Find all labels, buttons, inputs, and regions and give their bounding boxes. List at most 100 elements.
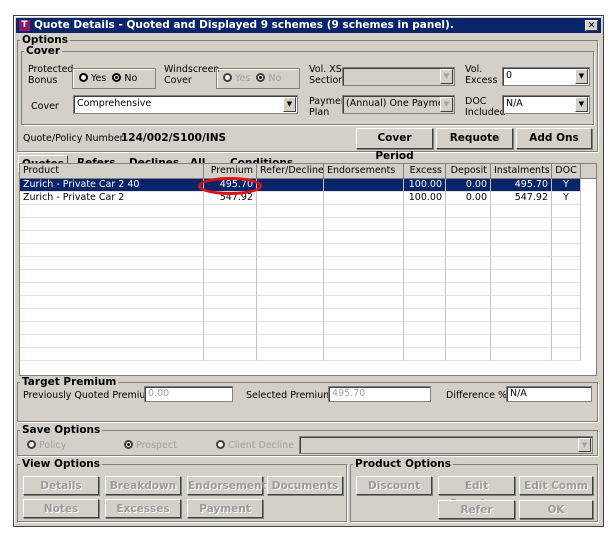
empty-cell bbox=[404, 296, 446, 309]
excesses-button[interactable]: Excesses bbox=[105, 499, 181, 518]
windscreen-no[interactable]: No bbox=[256, 73, 281, 84]
protected-bonus-no[interactable]: No bbox=[112, 73, 137, 84]
empty-cell bbox=[20, 231, 204, 244]
table-cell-excess[interactable]: 100.00 bbox=[404, 179, 446, 192]
windscreen-yes[interactable]: Yes bbox=[223, 73, 250, 84]
empty-cell bbox=[446, 244, 491, 257]
empty-cell bbox=[324, 244, 404, 257]
column-header-doc[interactable]: DOC bbox=[552, 164, 581, 179]
requote-button[interactable]: Requote bbox=[436, 128, 513, 149]
empty-cell bbox=[257, 218, 324, 231]
chevron-down-icon[interactable]: ▼ bbox=[440, 69, 453, 84]
empty-cell bbox=[552, 309, 581, 322]
empty-cell bbox=[446, 335, 491, 348]
chevron-down-icon[interactable]: ▼ bbox=[578, 438, 591, 452]
empty-cell bbox=[204, 296, 257, 309]
column-header-deposit[interactable]: Deposit bbox=[446, 164, 491, 179]
table-cell-refer-decline[interactable] bbox=[257, 192, 324, 205]
edit-comm-button[interactable]: Edit Comm bbox=[519, 476, 593, 495]
breakdown-button[interactable]: Breakdown bbox=[105, 476, 181, 495]
empty-cell bbox=[204, 335, 257, 348]
empty-cell bbox=[204, 322, 257, 335]
empty-cell bbox=[446, 296, 491, 309]
table-cell-product[interactable]: Zurich - Private Car 2 40 bbox=[20, 179, 204, 192]
chevron-down-icon[interactable]: ▼ bbox=[575, 69, 588, 84]
column-header-instalments[interactable]: Instalments bbox=[491, 164, 552, 179]
doc-included-select[interactable]: N/A ▼ bbox=[502, 95, 590, 114]
empty-cell bbox=[404, 218, 446, 231]
difference-label: Difference % bbox=[446, 390, 508, 401]
empty-cell bbox=[20, 218, 204, 231]
quote-number-value: 124/002/S100/INS bbox=[121, 132, 227, 144]
chevron-down-icon[interactable]: ▼ bbox=[440, 97, 453, 112]
edit-premium-button[interactable]: Edit Premium bbox=[438, 476, 515, 510]
empty-cell bbox=[552, 296, 581, 309]
empty-cell bbox=[257, 283, 324, 296]
payment-button[interactable]: Payment bbox=[187, 499, 263, 518]
empty-cell bbox=[20, 309, 204, 322]
empty-cell bbox=[204, 257, 257, 270]
table-cell-deposit[interactable]: 0.00 bbox=[446, 192, 491, 205]
empty-cell bbox=[491, 348, 552, 361]
table-cell-instalments[interactable]: 495.70 bbox=[491, 179, 552, 192]
vol-excess-select[interactable]: 0 ▼ bbox=[502, 67, 590, 86]
table-cell-endorsements[interactable] bbox=[324, 192, 404, 205]
details-button[interactable]: Details bbox=[23, 476, 99, 495]
endorsements-button[interactable]: Endorsements bbox=[187, 476, 273, 495]
selected-premium-input[interactable]: 495.70 bbox=[328, 386, 431, 402]
cover-legend: Cover bbox=[26, 45, 61, 57]
add-ons-button[interactable]: Add Ons bbox=[516, 128, 592, 149]
cover-select[interactable]: Comprehensive ▼ bbox=[73, 95, 298, 114]
close-icon[interactable]: ✕ bbox=[585, 20, 598, 31]
product-options-legend: Product Options bbox=[355, 458, 451, 470]
empty-cell bbox=[324, 257, 404, 270]
table-cell-instalments[interactable]: 547.92 bbox=[491, 192, 552, 205]
windscreen-cover-label: Windscreen Cover bbox=[164, 64, 220, 86]
vol-excess-label: Vol. Excess bbox=[465, 64, 498, 86]
documents-button[interactable]: Documents bbox=[267, 476, 343, 495]
empty-cell bbox=[257, 231, 324, 244]
column-header-product[interactable]: Product bbox=[20, 164, 204, 179]
table-cell-refer-decline[interactable] bbox=[257, 179, 324, 192]
table-cell-excess[interactable]: 100.00 bbox=[404, 192, 446, 205]
empty-cell bbox=[324, 309, 404, 322]
empty-cell bbox=[491, 231, 552, 244]
save-prospect-radio[interactable]: Prospect bbox=[124, 440, 177, 451]
ok-button[interactable]: OK bbox=[519, 500, 593, 519]
target-premium-legend: Target Premium bbox=[22, 376, 117, 388]
empty-cell bbox=[20, 296, 204, 309]
quotes-grid[interactable]: Product Premium Refer/Decline Endorsements E… bbox=[19, 163, 597, 376]
decline-reason-select[interactable]: ▼ bbox=[299, 436, 593, 454]
empty-cell bbox=[20, 205, 204, 218]
save-client-decline-radio[interactable]: Client Decline bbox=[216, 440, 294, 451]
refer-button[interactable]: Refer bbox=[438, 500, 515, 519]
column-header-refer-decline[interactable]: Refer/Decline bbox=[257, 164, 324, 179]
payment-plan-select[interactable]: (Annual) One Payment Ir ▼ bbox=[342, 95, 455, 114]
previously-quoted-input[interactable]: 0.00 bbox=[144, 386, 233, 402]
difference-input[interactable]: N/A bbox=[506, 386, 592, 402]
empty-cell bbox=[204, 283, 257, 296]
empty-cell bbox=[204, 218, 257, 231]
empty-cell bbox=[324, 205, 404, 218]
column-header-endorsements[interactable]: Endorsements bbox=[324, 164, 404, 179]
notes-button[interactable]: Notes bbox=[23, 499, 99, 518]
empty-cell bbox=[324, 231, 404, 244]
table-cell-deposit[interactable]: 0.00 bbox=[446, 179, 491, 192]
vol-xs-section-select[interactable]: ▼ bbox=[342, 67, 455, 86]
column-header-excess[interactable]: Excess bbox=[404, 164, 446, 179]
chevron-down-icon[interactable]: ▼ bbox=[283, 97, 296, 112]
table-cell-product[interactable]: Zurich - Private Car 2 bbox=[20, 192, 204, 205]
protected-bonus-yes[interactable]: Yes bbox=[79, 73, 106, 84]
table-cell-doc[interactable]: Y bbox=[552, 192, 581, 205]
chevron-down-icon[interactable]: ▼ bbox=[575, 97, 588, 112]
table-cell-endorsements[interactable] bbox=[324, 179, 404, 192]
empty-cell bbox=[446, 309, 491, 322]
cover-period-button[interactable]: Cover Period bbox=[356, 128, 433, 162]
empty-cell bbox=[204, 244, 257, 257]
table-cell-doc[interactable]: Y bbox=[552, 179, 581, 192]
empty-cell bbox=[446, 270, 491, 283]
save-policy-radio[interactable]: Policy bbox=[27, 440, 66, 451]
discount-button[interactable]: Discount bbox=[356, 476, 432, 495]
protected-bonus-label: Protected Bonus bbox=[28, 64, 74, 86]
empty-cell bbox=[552, 205, 581, 218]
